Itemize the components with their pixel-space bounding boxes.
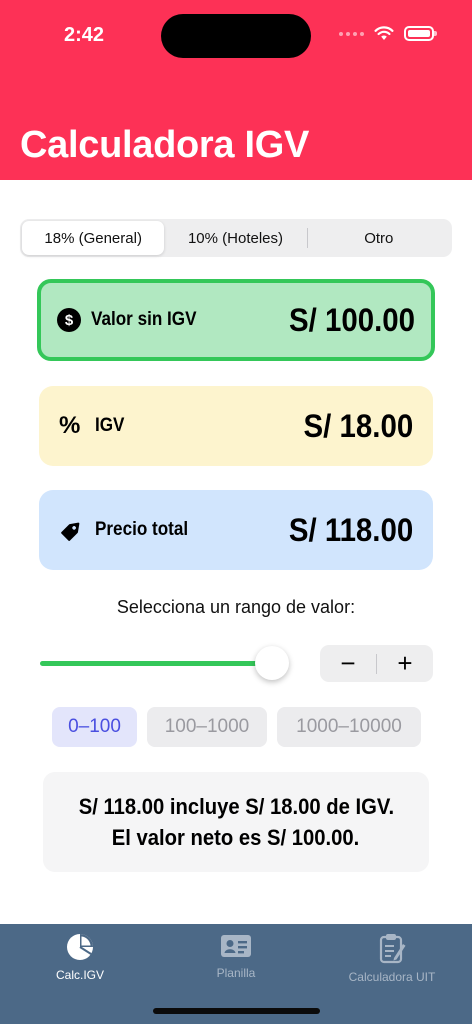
igv-amount: S/ 18.00: [303, 407, 413, 444]
dollar-circle-icon: $: [57, 308, 81, 332]
tab-calculadora-uit-label: Calculadora UIT: [348, 970, 436, 984]
battery-icon: [404, 26, 437, 41]
tab-planilla[interactable]: Planilla: [161, 932, 311, 980]
igv-label: IGV: [95, 415, 125, 436]
status-icons: [339, 26, 437, 41]
summary-line-2: El valor neto es S/ 100.00.: [112, 825, 360, 850]
total-label: Precio total: [95, 519, 189, 540]
wifi-icon: [374, 26, 394, 40]
tab-calc-igv[interactable]: Calc.IGV: [5, 932, 155, 982]
id-card-icon: [221, 935, 251, 957]
tab-planilla-label: Planilla: [216, 966, 256, 980]
clipboard-icon: [379, 934, 406, 964]
range-chip-100-1000[interactable]: 100–1000: [147, 707, 267, 747]
pie-chart-icon: [67, 934, 93, 960]
page-title: Calculadora IGV: [20, 124, 310, 166]
segment-18-general[interactable]: 18% (General): [22, 221, 165, 255]
tab-calculadora-uit[interactable]: Calculadora UIT: [317, 932, 467, 984]
header: 2:42 Calculadora IGV: [0, 0, 472, 180]
range-chip-1000-10000[interactable]: 1000–10000: [277, 707, 421, 747]
decrement-button[interactable]: −: [320, 645, 376, 682]
value-label: Valor sin IGV: [91, 309, 197, 330]
dynamic-island: [161, 14, 311, 58]
value-amount: S/ 100.00: [288, 301, 415, 338]
tab-calc-igv-label: Calc.IGV: [55, 968, 104, 982]
range-chip-0-100[interactable]: 0–100: [52, 707, 137, 747]
segment-10-hoteles[interactable]: 10% (Hoteles): [164, 221, 306, 255]
total-amount: S/ 118.00: [288, 511, 413, 548]
total-price-card: Precio total S/ 118.00: [39, 490, 433, 570]
summary-box: S/ 118.00 incluye S/ 18.00 de IGV. El va…: [43, 772, 429, 872]
range-label: Selecciona un rango de valor:: [116, 597, 356, 617]
range-chips: 0–100 100–1000 1000–10000: [52, 707, 421, 747]
cellular-signal-icon: [339, 31, 364, 36]
value-slider[interactable]: [40, 646, 290, 682]
summary-line-1: S/ 118.00 incluye S/ 18.00 de IGV.: [78, 794, 394, 819]
igv-card: % IGV S/ 18.00: [39, 386, 433, 466]
slider-thumb[interactable]: [255, 646, 289, 680]
percent-icon: %: [59, 412, 81, 439]
slider-track[interactable]: [40, 661, 272, 666]
increment-button[interactable]: +: [377, 645, 433, 682]
tag-icon: [61, 522, 80, 541]
value-without-igv-card[interactable]: $ Valor sin IGV S/ 100.00: [37, 279, 435, 361]
home-indicator: [153, 1008, 320, 1014]
value-stepper: − +: [320, 645, 433, 682]
segment-otro[interactable]: Otro: [308, 221, 450, 255]
rate-segmented-control: 18% (General) 10% (Hoteles) Otro: [20, 219, 452, 257]
status-time: 2:42: [64, 24, 105, 46]
